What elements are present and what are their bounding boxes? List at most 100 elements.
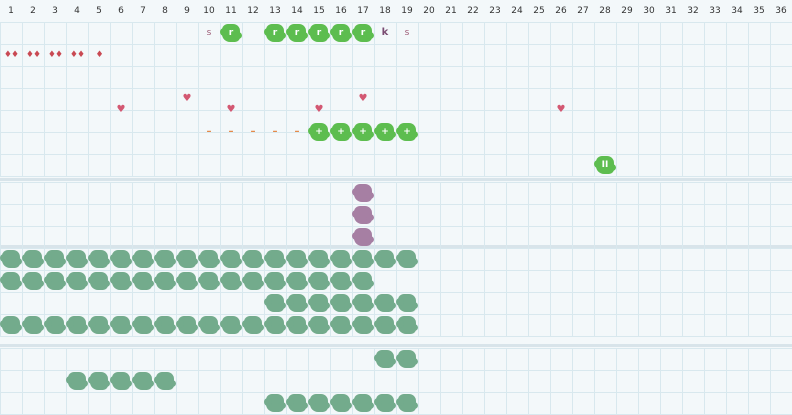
muted-note-block[interactable] bbox=[0, 250, 22, 268]
muted-note-block[interactable] bbox=[264, 250, 286, 268]
muted-note-block[interactable] bbox=[242, 250, 264, 268]
rest-dash[interactable]: – bbox=[242, 126, 264, 138]
bright-note-block[interactable]: r bbox=[286, 24, 308, 42]
purple-note-block[interactable] bbox=[352, 228, 374, 246]
muted-note-block[interactable] bbox=[198, 272, 220, 290]
heart-icon[interactable]: ♥ bbox=[220, 104, 242, 116]
muted-note-block[interactable] bbox=[264, 316, 286, 334]
bright-note-block[interactable]: + bbox=[308, 123, 330, 141]
muted-note-block[interactable] bbox=[330, 316, 352, 334]
track-section-2[interactable] bbox=[0, 182, 792, 249]
muted-note-block[interactable] bbox=[132, 272, 154, 290]
muted-note-block[interactable] bbox=[110, 316, 132, 334]
drop-icon[interactable]: ♦♦ bbox=[22, 49, 44, 61]
bright-note-block[interactable]: + bbox=[396, 123, 418, 141]
muted-note-block[interactable] bbox=[132, 250, 154, 268]
muted-note-block[interactable] bbox=[66, 372, 88, 390]
muted-note-block[interactable] bbox=[286, 294, 308, 312]
muted-note-block[interactable] bbox=[22, 272, 44, 290]
muted-note-block[interactable] bbox=[220, 272, 242, 290]
purple-note-block[interactable] bbox=[352, 206, 374, 224]
muted-note-block[interactable] bbox=[154, 250, 176, 268]
muted-note-block[interactable] bbox=[374, 250, 396, 268]
muted-note-block[interactable] bbox=[220, 250, 242, 268]
rest-dash[interactable]: – bbox=[264, 126, 286, 138]
muted-note-block[interactable] bbox=[198, 316, 220, 334]
muted-note-block[interactable] bbox=[176, 272, 198, 290]
bright-note-block[interactable]: r bbox=[308, 24, 330, 42]
muted-note-block[interactable] bbox=[198, 250, 220, 268]
heart-icon[interactable]: ♥ bbox=[110, 104, 132, 116]
muted-note-block[interactable] bbox=[88, 372, 110, 390]
muted-note-block[interactable] bbox=[308, 250, 330, 268]
bright-note-block[interactable]: r bbox=[220, 24, 242, 42]
muted-note-block[interactable] bbox=[396, 294, 418, 312]
muted-note-block[interactable] bbox=[352, 272, 374, 290]
muted-note-block[interactable] bbox=[110, 372, 132, 390]
muted-note-block[interactable] bbox=[66, 316, 88, 334]
muted-note-block[interactable] bbox=[396, 350, 418, 368]
muted-note-block[interactable] bbox=[44, 250, 66, 268]
muted-note-block[interactable] bbox=[374, 394, 396, 412]
muted-note-block[interactable] bbox=[132, 316, 154, 334]
note-symbol[interactable]: k bbox=[374, 27, 396, 39]
bright-note-block[interactable]: + bbox=[374, 123, 396, 141]
muted-note-block[interactable] bbox=[44, 272, 66, 290]
muted-note-block[interactable] bbox=[264, 394, 286, 412]
drop-icon[interactable]: ♦ bbox=[88, 49, 110, 61]
muted-note-block[interactable] bbox=[110, 272, 132, 290]
muted-note-block[interactable] bbox=[242, 272, 264, 290]
muted-note-block[interactable] bbox=[374, 294, 396, 312]
muted-note-block[interactable] bbox=[66, 272, 88, 290]
muted-note-block[interactable] bbox=[396, 316, 418, 334]
heart-icon[interactable]: ♥ bbox=[308, 104, 330, 116]
muted-note-block[interactable] bbox=[352, 250, 374, 268]
muted-note-block[interactable] bbox=[352, 294, 374, 312]
muted-note-block[interactable] bbox=[44, 316, 66, 334]
bright-note-block[interactable]: II bbox=[594, 156, 616, 174]
bright-note-block[interactable]: + bbox=[330, 123, 352, 141]
muted-note-block[interactable] bbox=[154, 372, 176, 390]
muted-note-block[interactable] bbox=[88, 316, 110, 334]
track-section-4[interactable] bbox=[0, 348, 792, 415]
muted-note-block[interactable] bbox=[308, 272, 330, 290]
muted-note-block[interactable] bbox=[286, 272, 308, 290]
muted-note-block[interactable] bbox=[286, 250, 308, 268]
muted-note-block[interactable] bbox=[330, 250, 352, 268]
muted-note-block[interactable] bbox=[286, 316, 308, 334]
muted-note-block[interactable] bbox=[308, 294, 330, 312]
rest-dash[interactable]: – bbox=[220, 126, 242, 138]
muted-note-block[interactable] bbox=[264, 294, 286, 312]
heart-icon[interactable]: ♥ bbox=[550, 104, 572, 116]
muted-note-block[interactable] bbox=[0, 272, 22, 290]
purple-note-block[interactable] bbox=[352, 184, 374, 202]
bright-note-block[interactable]: + bbox=[352, 123, 374, 141]
muted-note-block[interactable] bbox=[374, 316, 396, 334]
muted-note-block[interactable] bbox=[220, 316, 242, 334]
drop-icon[interactable]: ♦♦ bbox=[44, 49, 66, 61]
muted-note-block[interactable] bbox=[242, 316, 264, 334]
bright-note-block[interactable]: r bbox=[352, 24, 374, 42]
muted-note-block[interactable] bbox=[22, 316, 44, 334]
muted-note-block[interactable] bbox=[264, 272, 286, 290]
rest-dash[interactable]: – bbox=[286, 126, 308, 138]
muted-note-block[interactable] bbox=[110, 250, 132, 268]
muted-note-block[interactable] bbox=[308, 394, 330, 412]
muted-note-block[interactable] bbox=[352, 316, 374, 334]
muted-note-block[interactable] bbox=[154, 272, 176, 290]
muted-note-block[interactable] bbox=[286, 394, 308, 412]
bright-note-block[interactable]: r bbox=[264, 24, 286, 42]
drop-icon[interactable]: ♦♦ bbox=[66, 49, 88, 61]
muted-note-block[interactable] bbox=[396, 394, 418, 412]
heart-icon[interactable]: ♥ bbox=[352, 93, 374, 105]
drop-icon[interactable]: ♦♦ bbox=[0, 49, 22, 61]
note-symbol[interactable]: s bbox=[198, 27, 220, 39]
track-section-1[interactable]: s r r r r r r k s ♦♦ ♦♦ ♦♦ ♦♦ ♦ ♥ ♥ ♥ ♥ ♥ ♥ – – – – – + + + + + II bbox=[0, 22, 792, 177]
muted-note-block[interactable] bbox=[0, 316, 22, 334]
muted-note-block[interactable] bbox=[330, 294, 352, 312]
muted-note-block[interactable] bbox=[330, 394, 352, 412]
muted-note-block[interactable] bbox=[396, 250, 418, 268]
muted-note-block[interactable] bbox=[176, 316, 198, 334]
muted-note-block[interactable] bbox=[374, 350, 396, 368]
muted-note-block[interactable] bbox=[330, 272, 352, 290]
